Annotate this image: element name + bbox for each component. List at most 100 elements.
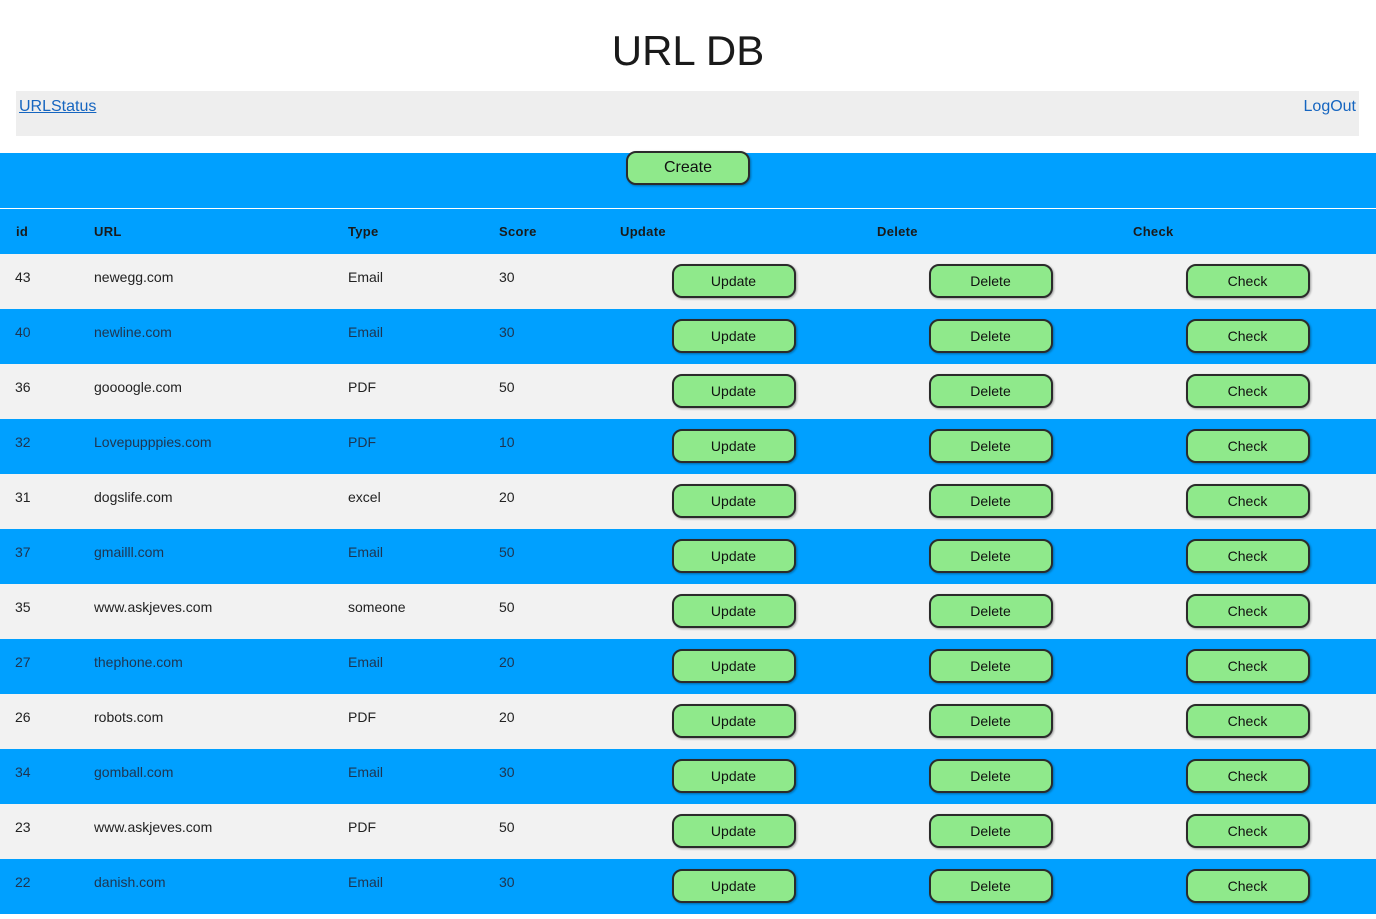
url-status-link[interactable]: URLStatus bbox=[19, 97, 96, 117]
update-cell: Update bbox=[605, 804, 862, 859]
row-type: Email bbox=[348, 529, 499, 584]
update-button[interactable]: Update bbox=[671, 429, 796, 463]
check-cell: Check bbox=[1119, 254, 1376, 309]
page: URL DB URLStatus LogOut Create id URL Ty… bbox=[0, 0, 1376, 919]
update-button[interactable]: Update bbox=[671, 264, 796, 298]
delete-cell: Delete bbox=[862, 474, 1119, 529]
check-button[interactable]: Check bbox=[1185, 429, 1310, 463]
update-cell: Update bbox=[605, 859, 862, 914]
update-button[interactable]: Update bbox=[671, 759, 796, 793]
update-button[interactable]: Update bbox=[671, 539, 796, 573]
row-url: www.askjeves.com bbox=[94, 804, 348, 859]
delete-button[interactable]: Delete bbox=[928, 484, 1053, 518]
delete-cell: Delete bbox=[862, 364, 1119, 419]
table-row: 35 www.askjeves.com someone 50 Update Delete C… bbox=[0, 584, 1376, 639]
row-type: Email bbox=[348, 309, 499, 364]
delete-cell: Delete bbox=[862, 419, 1119, 474]
check-button[interactable]: Check bbox=[1185, 264, 1310, 298]
check-button[interactable]: Check bbox=[1185, 704, 1310, 738]
header-score: Score bbox=[499, 209, 605, 254]
update-button[interactable]: Update bbox=[671, 319, 796, 353]
delete-button[interactable]: Delete bbox=[928, 869, 1053, 903]
row-id: 26 bbox=[0, 694, 94, 749]
row-score: 30 bbox=[499, 749, 605, 804]
delete-button[interactable]: Delete bbox=[928, 429, 1053, 463]
delete-button[interactable]: Delete bbox=[928, 704, 1053, 738]
row-score: 50 bbox=[499, 584, 605, 639]
check-cell: Check bbox=[1119, 639, 1376, 694]
create-band: Create bbox=[0, 151, 1376, 208]
table-row: 22 danish.com Email 30 Update Delete Check bbox=[0, 859, 1376, 914]
check-button[interactable]: Check bbox=[1185, 759, 1310, 793]
delete-button[interactable]: Delete bbox=[928, 649, 1053, 683]
delete-button[interactable]: Delete bbox=[928, 814, 1053, 848]
check-button[interactable]: Check bbox=[1185, 539, 1310, 573]
table-row: 27 thephone.com Email 20 Update Delete Check bbox=[0, 639, 1376, 694]
check-button[interactable]: Check bbox=[1185, 484, 1310, 518]
update-button[interactable]: Update bbox=[671, 484, 796, 518]
table-row: 36 goooogle.com PDF 50 Update Delete Check bbox=[0, 364, 1376, 419]
row-type: Email bbox=[348, 639, 499, 694]
row-id: 36 bbox=[0, 364, 94, 419]
update-cell: Update bbox=[605, 749, 862, 804]
row-score: 10 bbox=[499, 419, 605, 474]
delete-cell: Delete bbox=[862, 639, 1119, 694]
header-check: Check bbox=[1119, 209, 1376, 254]
delete-button[interactable]: Delete bbox=[928, 759, 1053, 793]
update-button[interactable]: Update bbox=[671, 869, 796, 903]
update-cell: Update bbox=[605, 419, 862, 474]
row-type: Email bbox=[348, 749, 499, 804]
update-button[interactable]: Update bbox=[671, 374, 796, 408]
row-url: robots.com bbox=[94, 694, 348, 749]
update-cell: Update bbox=[605, 474, 862, 529]
delete-cell: Delete bbox=[862, 749, 1119, 804]
header-id: id bbox=[0, 209, 94, 254]
delete-button[interactable]: Delete bbox=[928, 319, 1053, 353]
row-url: www.askjeves.com bbox=[94, 584, 348, 639]
table-row: 37 gmailll.com Email 50 Update Delete Check bbox=[0, 529, 1376, 584]
update-button[interactable]: Update bbox=[671, 649, 796, 683]
check-button[interactable]: Check bbox=[1185, 649, 1310, 683]
delete-button[interactable]: Delete bbox=[928, 539, 1053, 573]
update-cell: Update bbox=[605, 529, 862, 584]
row-score: 50 bbox=[499, 364, 605, 419]
table-header-row: id URL Type Score Update Delete Check bbox=[0, 209, 1376, 254]
check-button[interactable]: Check bbox=[1185, 319, 1310, 353]
row-type: PDF bbox=[348, 364, 499, 419]
table-row: 26 robots.com PDF 20 Update Delete Check bbox=[0, 694, 1376, 749]
logout-link[interactable]: LogOut bbox=[1304, 97, 1356, 117]
row-type: Email bbox=[348, 859, 499, 914]
row-type: Email bbox=[348, 254, 499, 309]
delete-button[interactable]: Delete bbox=[928, 374, 1053, 408]
update-button[interactable]: Update bbox=[671, 704, 796, 738]
table-row: 40 newline.com Email 30 Update Delete Check bbox=[0, 309, 1376, 364]
delete-button[interactable]: Delete bbox=[928, 594, 1053, 628]
row-id: 43 bbox=[0, 254, 94, 309]
check-cell: Check bbox=[1119, 309, 1376, 364]
check-button[interactable]: Check bbox=[1185, 374, 1310, 408]
update-button[interactable]: Update bbox=[671, 814, 796, 848]
row-url: danish.com bbox=[94, 859, 348, 914]
check-cell: Check bbox=[1119, 804, 1376, 859]
delete-cell: Delete bbox=[862, 694, 1119, 749]
delete-button[interactable]: Delete bbox=[928, 264, 1053, 298]
row-id: 40 bbox=[0, 309, 94, 364]
check-cell: Check bbox=[1119, 584, 1376, 639]
check-button[interactable]: Check bbox=[1185, 814, 1310, 848]
row-type: excel bbox=[348, 474, 499, 529]
check-button[interactable]: Check bbox=[1185, 869, 1310, 903]
row-id: 37 bbox=[0, 529, 94, 584]
create-button[interactable]: Create bbox=[626, 151, 750, 185]
row-url: gomball.com bbox=[94, 749, 348, 804]
page-title: URL DB bbox=[611, 27, 765, 74]
check-cell: Check bbox=[1119, 749, 1376, 804]
table-row: 23 www.askjeves.com PDF 50 Update Delete Check bbox=[0, 804, 1376, 859]
row-score: 30 bbox=[499, 859, 605, 914]
row-score: 50 bbox=[499, 529, 605, 584]
update-button[interactable]: Update bbox=[671, 594, 796, 628]
row-type: PDF bbox=[348, 419, 499, 474]
check-button[interactable]: Check bbox=[1185, 594, 1310, 628]
row-id: 22 bbox=[0, 859, 94, 914]
row-url: newline.com bbox=[94, 309, 348, 364]
check-cell: Check bbox=[1119, 859, 1376, 914]
